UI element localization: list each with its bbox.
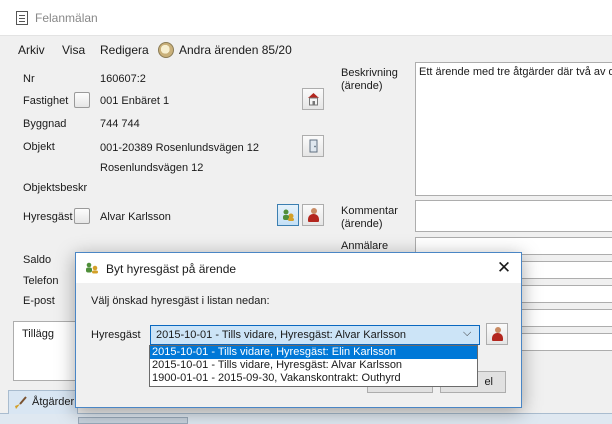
tenant-select[interactable]: 2015-10-01 - Tills vidare, Hyresgäst: Al… — [150, 325, 480, 345]
menu-bar — [0, 38, 612, 62]
hyresgast-value: Alvar Karlsson — [100, 211, 171, 223]
fastighet-value: 001 Enbäret 1 — [100, 95, 170, 107]
brush-icon — [15, 396, 27, 409]
epost-label: E-post — [23, 295, 55, 307]
objektsbeskr-label: Objektsbeskr — [23, 182, 88, 194]
telefon-label: Telefon — [23, 275, 59, 287]
cancel-button-label: el — [484, 376, 493, 388]
door-icon — [309, 139, 318, 153]
menu-arkiv[interactable]: Arkiv — [18, 43, 45, 57]
property-lookup-icon[interactable] — [74, 92, 90, 108]
tab-atgarder[interactable]: Åtgärder — [8, 390, 78, 414]
tenant-lookup-icon[interactable] — [74, 208, 90, 224]
open-object-button[interactable] — [302, 135, 324, 157]
person-icon — [492, 327, 503, 342]
close-icon[interactable]: ✕ — [494, 258, 514, 278]
kommentar-label: Kommentar — [341, 205, 398, 217]
person-icon — [308, 208, 319, 223]
dropdown-option[interactable]: 2015-10-01 - Tills vidare, Hyresgäst: El… — [150, 346, 477, 359]
byggnad-label: Byggnad — [23, 118, 67, 130]
dialog-hyresgast-label: Hyresgäst — [91, 329, 141, 341]
window-title: Felanmälan — [35, 11, 98, 25]
kommentar-textarea[interactable] — [415, 200, 612, 232]
app-document-icon — [16, 11, 28, 25]
beskrivning-label: Beskrivning — [341, 67, 398, 79]
beskrivning-textarea[interactable]: Ett ärende med tre åtgärder där två av d… — [415, 62, 612, 196]
menu-other-errands[interactable]: Andra ärenden 85/20 — [179, 43, 292, 57]
beskrivning-text: Ett ärende med tre åtgärder där två av d… — [419, 66, 612, 78]
tenant-select-value: 2015-10-01 - Tills vidare, Hyresgäst: Al… — [156, 329, 407, 341]
chevron-down-icon[interactable]: ⌵ — [463, 327, 471, 340]
objekt-value-line1: 001-20389 Rosenlundsvägen 12 — [100, 142, 260, 154]
open-property-button[interactable] — [302, 88, 324, 110]
tenant-info-button[interactable] — [486, 323, 508, 345]
clock-search-icon — [158, 42, 174, 58]
dialog-title: Byt hyresgäst på ärende — [106, 262, 237, 276]
objekt-label: Objekt — [23, 141, 55, 153]
tab-atgarder-label: Åtgärder — [32, 396, 75, 408]
tenant-dropdown-list: 2015-10-01 - Tills vidare, Hyresgäst: El… — [149, 345, 478, 387]
swap-tenant-icon — [86, 262, 98, 274]
dialog-instruction: Välj önskad hyresgäst i listan nedan: — [91, 295, 270, 307]
byggnad-value: 744 744 — [100, 118, 140, 130]
anmalare-label: Anmälare — [341, 240, 389, 252]
house-icon — [308, 93, 319, 106]
nr-label: Nr — [23, 73, 35, 85]
tab-subbar — [78, 417, 188, 424]
tenant-details-button[interactable] — [302, 204, 324, 226]
fastighet-label: Fastighet — [23, 95, 69, 107]
dropdown-option[interactable]: 1900-01-01 - 2015-09-30, Vakanskontrakt:… — [150, 372, 477, 385]
tillagg-label: Tillägg — [22, 328, 54, 340]
hyresgast-label: Hyresgäst — [23, 211, 73, 223]
menu-redigera[interactable]: Redigera — [100, 43, 149, 57]
beskrivning-label-sub: (ärende) — [341, 80, 383, 92]
swap-tenant-icon — [283, 209, 294, 221]
dropdown-option[interactable]: 2015-10-01 - Tills vidare, Hyresgäst: Al… — [150, 359, 477, 372]
kommentar-label-sub: (ärende) — [341, 218, 383, 230]
menu-visa[interactable]: Visa — [62, 43, 85, 57]
nr-value: 160607:2 — [100, 73, 146, 85]
saldo-label: Saldo — [23, 254, 52, 266]
change-tenant-button[interactable] — [277, 204, 299, 226]
objekt-value-line2: Rosenlundsvägen 12 — [100, 162, 204, 174]
